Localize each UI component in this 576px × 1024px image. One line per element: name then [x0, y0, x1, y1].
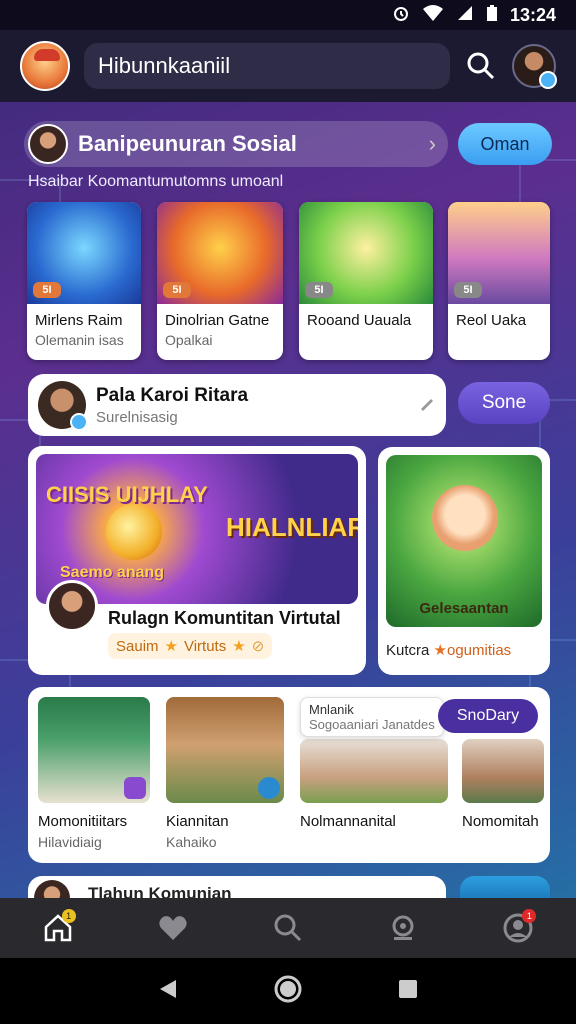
status-time: 13:24 [509, 4, 556, 25]
some-button[interactable]: Sone [458, 382, 550, 424]
community-item[interactable]: Nolmannanital [300, 739, 448, 830]
battery-icon [486, 4, 498, 27]
mascot-avatar-icon[interactable] [20, 41, 70, 91]
game-badge: 5I [163, 282, 191, 298]
game-card[interactable]: 5I Dinolrian Gatne Opalkai [157, 202, 283, 360]
game-card[interactable]: 5I Reol Uaka [448, 202, 550, 360]
user-avatar-icon[interactable] [512, 44, 557, 89]
nav-favorites[interactable] [143, 903, 203, 953]
community-photo [300, 739, 448, 803]
edit-icon[interactable] [418, 394, 436, 417]
game-thumbnail: 5I [299, 202, 433, 304]
community-photo [38, 697, 150, 803]
status-bar: 13:24 [0, 0, 576, 30]
community-photo [462, 739, 544, 803]
community-item[interactable]: Momonitiitars Hilavidiaig [38, 697, 156, 850]
community-item[interactable]: Nomomitah [462, 739, 546, 830]
search-icon[interactable] [464, 49, 498, 83]
snodary-button[interactable]: SnoDary [438, 699, 538, 733]
feature-avatar [46, 580, 98, 632]
feature-title: Rulagn Komuntitan Virtutal [108, 608, 341, 628]
game-subtitle: Opalkai [165, 332, 213, 348]
section-avatar [28, 124, 68, 164]
mascot-icon [432, 485, 498, 551]
community-subtitle: Kahaiko [166, 834, 217, 850]
game-thumbnail: 5I [448, 202, 550, 304]
side-caption: Gelesaantan [419, 600, 509, 617]
game-title: Reol Uaka [456, 312, 527, 329]
popup-line: Mnlanik [309, 702, 354, 717]
feature-banner: CIISIS UIJHLAY HIALNLIAR Saemo anang [36, 454, 358, 604]
side-title-text: ogumitias [446, 642, 512, 659]
star-icon: ★ [433, 642, 447, 659]
game-badge: 5I [454, 282, 482, 298]
signal-icon [456, 4, 474, 27]
home-badge: 1 [61, 909, 76, 923]
bottom-nav: 1 1 [0, 898, 576, 958]
community-title: Nolmannanital [300, 813, 396, 830]
star-icon: ★ [164, 638, 178, 655]
section-subtitle: Hsaibar Koomantumutomns umoanl [28, 173, 284, 190]
banner-text: CIISIS UIJHLAY [46, 482, 208, 507]
feature-tag: Virtuts [183, 637, 227, 655]
community-popup: Mnlanik Sogoaaniari Janatdes [300, 697, 444, 737]
community-panel: Momonitiitars Hilavidiaig Kiannitan Kaha… [28, 687, 550, 863]
profile-row[interactable]: Pala Karoi Ritara Surelnisasig [28, 374, 446, 436]
nav-home[interactable]: 1 [28, 903, 88, 953]
side-banner: Gelesaantan [386, 455, 542, 627]
heart-icon [159, 916, 187, 940]
community-subtitle: Hilavidiaig [38, 834, 102, 850]
nav-search[interactable] [258, 903, 318, 953]
lightbulb-icon [106, 504, 162, 560]
home-circle-icon[interactable] [273, 974, 303, 1009]
nav-profile[interactable]: 1 [488, 903, 548, 953]
community-item[interactable]: Kiannitan Kahaiko [166, 697, 284, 850]
side-feature-card[interactable]: Gelesaantan Kutcra ★ogumitias [378, 447, 550, 675]
banner-text: HIALNLIAR [226, 512, 358, 542]
join-button[interactable]: Oman [458, 123, 552, 165]
popup-line: Sogoaaniari Janatdes [309, 717, 435, 732]
community-title: Momonitiitars [38, 813, 128, 830]
chevron-right-icon: › [428, 131, 436, 156]
community-title: Kiannitan [166, 813, 229, 830]
tag-icon [258, 777, 280, 799]
game-title: Dinolrian Gatne [165, 312, 270, 329]
top-bar: Hibunnkaaniil [0, 30, 576, 102]
alarm-icon [392, 4, 410, 27]
side-title: Kutcra ★ogumitias [386, 627, 542, 659]
game-title: Mirlens Raim [35, 312, 123, 329]
search-input[interactable]: Hibunnkaaniil [84, 43, 450, 89]
profile-avatar [38, 381, 88, 431]
tag-icon [124, 777, 146, 799]
star-icon: ★ [232, 638, 246, 655]
back-icon[interactable] [156, 977, 180, 1006]
feature-tag: Sauim [116, 637, 159, 655]
recents-icon[interactable] [396, 977, 420, 1006]
game-badge: 5I [305, 282, 333, 298]
community-photo [166, 697, 284, 803]
community-title: Nomomitah [462, 813, 539, 830]
side-title-text: Kutcra [386, 642, 430, 659]
profile-subtitle: Surelnisasig [96, 408, 178, 426]
link-icon: ⊘ [251, 638, 265, 655]
game-subtitle: Olemanin isas [35, 332, 124, 348]
nav-camera[interactable] [373, 903, 433, 953]
search-icon [274, 914, 302, 942]
game-thumbnail: 5I [157, 202, 283, 304]
game-thumbnail: 5I [27, 202, 141, 304]
game-title: Rooand Uauala [307, 312, 412, 329]
section-header[interactable]: Banipeunuran Sosial › [24, 121, 448, 167]
feature-tags: Sauim ★ Virtuts ★ ⊘ [108, 633, 273, 659]
wifi-icon [422, 4, 444, 27]
camera-icon [392, 915, 414, 940]
profile-name: Pala Karoi Ritara [96, 384, 249, 406]
system-nav-bar [0, 958, 576, 1024]
game-badge: 5I [33, 282, 61, 298]
game-card[interactable]: 5I Mirlens Raim Olemanin isas [27, 202, 141, 360]
section-title: Banipeunuran Sosial [78, 131, 297, 156]
game-card[interactable]: 5I Rooand Uauala [299, 202, 433, 360]
